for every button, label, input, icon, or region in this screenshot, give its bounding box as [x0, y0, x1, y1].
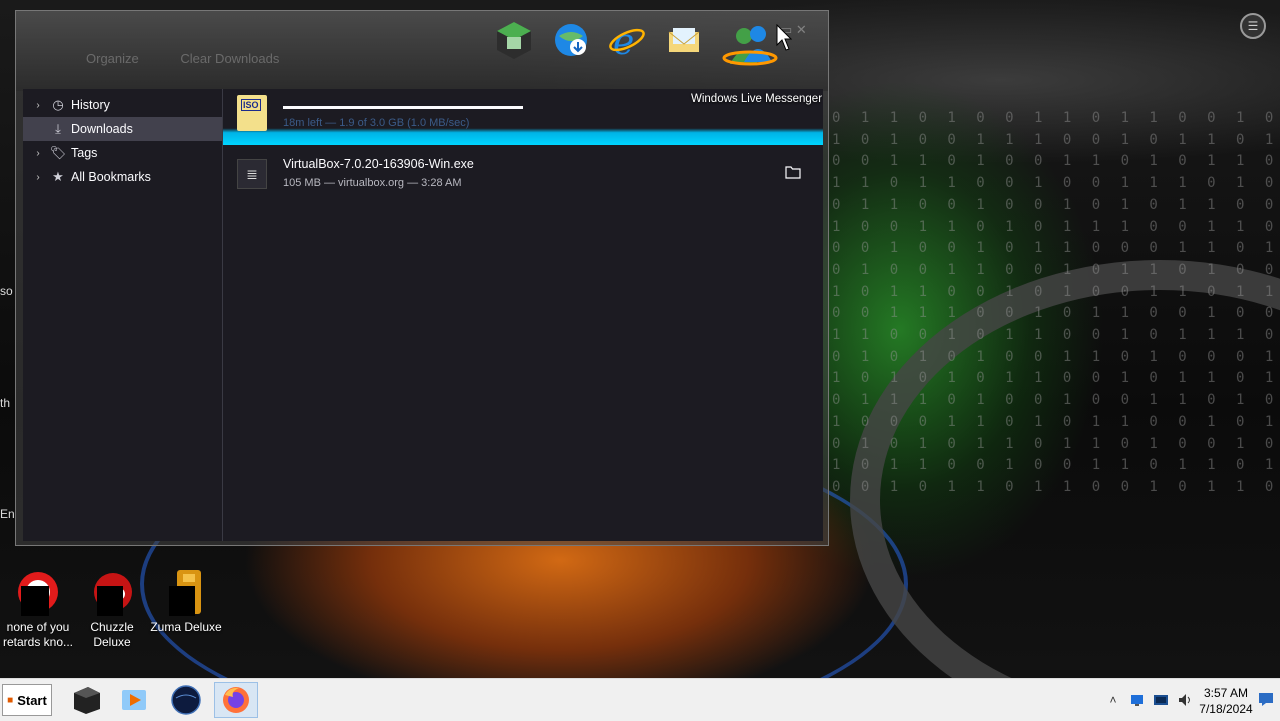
sidebar-item-label: Tags: [71, 146, 98, 160]
downloads-list: ISO 18m left — 1.9 of 3.0 GB (1.0 MB/sec…: [223, 89, 823, 541]
download-status: 105 MB — virtualbox.org — 3:28 AM: [283, 177, 462, 189]
red-circle-app-icon: [15, 570, 61, 616]
download-item-completed[interactable]: ≣ VirtualBox-7.0.20-163906-Win.exe 105 M…: [223, 147, 823, 199]
clock-date: 7/18/2024: [1199, 702, 1253, 716]
system-tray: ˄: [1104, 679, 1200, 721]
globe-download-icon[interactable]: [551, 20, 591, 60]
sidebar-item-tags[interactable]: › 🏷︎ Tags: [23, 141, 222, 165]
tag-icon: 🏷︎: [49, 145, 67, 160]
internet-explorer-icon[interactable]: e: [607, 20, 647, 60]
taskbar-app-firefox[interactable]: [214, 682, 258, 718]
taskbar-app-media-player[interactable]: [112, 682, 156, 718]
firefox-icon: [223, 687, 249, 713]
organize-button[interactable]: Organize: [86, 51, 139, 66]
desktop-icon-label: retards kno...: [2, 635, 74, 649]
taskbar-clock[interactable]: 3:57 AM 7/18/2024: [1196, 685, 1256, 717]
sidebar-item-all-bookmarks[interactable]: › ★ All Bookmarks: [23, 165, 222, 189]
download-icon: ⤓: [55, 121, 61, 136]
mail-icon[interactable]: [664, 20, 704, 60]
iso-file-icon-text: ISO: [241, 99, 261, 111]
chevron-up-icon[interactable]: ˄: [1104, 691, 1122, 709]
iso-file-icon: ISO: [237, 95, 267, 131]
desktop-icon-label: Zuma Deluxe: [150, 620, 222, 634]
app-launcher-dock: e: [450, 12, 830, 92]
clipped-desktop-text: th: [0, 396, 11, 410]
star-icon: ★: [52, 169, 64, 184]
clock-time: 3:57 AM: [1203, 686, 1249, 700]
taskbar-app-globe[interactable]: [164, 682, 208, 718]
sidebar-item-history[interactable]: › ◷ History: [23, 93, 222, 117]
zuma-icon: [163, 570, 209, 616]
sidebar-item-downloads[interactable]: ⤓ Downloads: [23, 117, 222, 141]
terminal-app-icon: [74, 687, 100, 714]
sidebar: › ◷ History ⤓ Downloads › 🏷︎ Tags › ★ Al…: [23, 89, 223, 541]
network-icon[interactable]: [1128, 691, 1146, 709]
sidebar-item-label: History: [71, 98, 110, 112]
clock-icon: ◷: [52, 97, 64, 112]
desktop-menu-button[interactable]: ☰: [1240, 13, 1266, 39]
clipped-desktop-text: En: [0, 507, 15, 521]
chevron-right-icon[interactable]: ›: [31, 148, 45, 159]
chevron-right-icon[interactable]: ›: [31, 100, 45, 111]
sidebar-item-label: Downloads: [71, 122, 133, 136]
clipped-desktop-text: so: [0, 284, 13, 298]
executable-file-icon: ≣: [237, 159, 267, 189]
media-player-icon: [122, 690, 146, 710]
minecraft-launcher-icon[interactable]: [494, 20, 534, 60]
download-progress-bar: [283, 106, 523, 109]
desktop-icon-label: none of you: [6, 620, 70, 634]
window-toolbar: Organize Clear Downloads: [86, 51, 317, 66]
desktop-icon-label: Chuzzle: [90, 620, 134, 634]
sidebar-item-label: All Bookmarks: [71, 170, 151, 184]
start-button[interactable]: ■ Start: [2, 684, 52, 716]
display-icon[interactable]: [1152, 691, 1170, 709]
chevron-right-icon[interactable]: ›: [31, 172, 45, 183]
desktop-icon-label: Deluxe: [93, 635, 131, 649]
svg-text:e: e: [613, 22, 634, 60]
download-status: 18m left — 1.9 of 3.0 GB (1.0 MB/sec): [283, 117, 470, 129]
windows-flag-icon: ■: [7, 694, 14, 706]
windows-live-messenger-icon[interactable]: [722, 18, 778, 74]
download-filename: VirtualBox-7.0.20-163906-Win.exe: [283, 157, 474, 171]
mouse-cursor-icon: [776, 24, 792, 51]
taskbar: ■ Start ˄ 3:57 AM 7/18/2024: [0, 678, 1280, 721]
globe-app-icon: [171, 685, 201, 715]
volume-icon[interactable]: [1176, 691, 1194, 709]
window-body: › ◷ History ⤓ Downloads › 🏷︎ Tags › ★ Al…: [23, 89, 823, 541]
chuzzle-icon: [89, 570, 135, 616]
desktop-icon-chuzzle-deluxe[interactable]: Chuzzle Deluxe: [74, 570, 150, 650]
clear-downloads-button[interactable]: Clear Downloads: [180, 51, 279, 66]
wallpaper-binary-pattern: 0 1 1 0 1 0 0 1 1 0 1 1 0 0 1 0 0 1 1 1 …: [832, 110, 1280, 495]
start-label: Start: [17, 692, 47, 708]
desktop-icon-zuma-deluxe[interactable]: Zuma Deluxe: [148, 570, 224, 635]
notification-icon[interactable]: [1258, 691, 1274, 707]
desktop-icon-none-of-you[interactable]: none of you retards kno...: [0, 570, 76, 650]
launcher-hover-label: Windows Live Messenger: [691, 93, 823, 105]
taskbar-app-terminal[interactable]: [64, 682, 108, 718]
open-folder-icon[interactable]: [785, 164, 801, 180]
